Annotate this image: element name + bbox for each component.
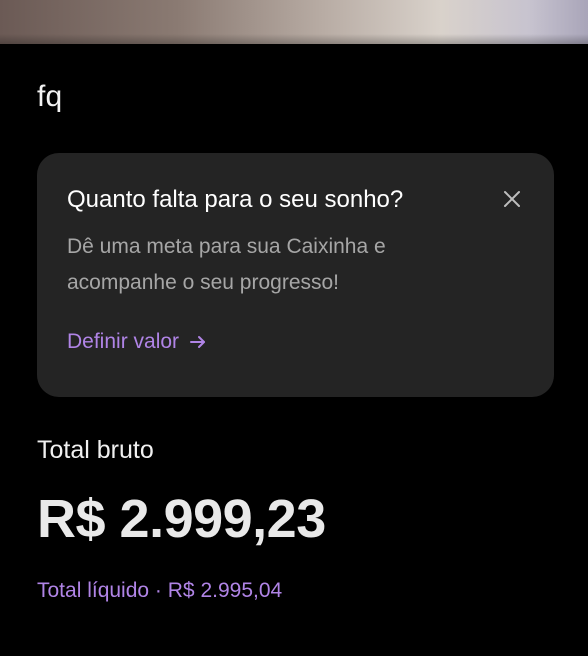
- arrow-right-icon: [189, 333, 207, 351]
- gross-total-value: R$ 2.999,23: [37, 489, 326, 549]
- net-total-separator: ·: [154, 579, 162, 602]
- goal-card-description-line2: acompanhe o seu progresso!: [67, 271, 340, 294]
- goal-card-description: Dê uma meta para sua Caixinha e acompanh…: [67, 229, 487, 301]
- net-total-line[interactable]: Total líquido · R$ 2.995,04: [37, 579, 282, 603]
- caixinha-name: fq: [37, 80, 63, 113]
- cover-photo: [0, 0, 588, 44]
- goal-card: Quanto falta para o seu sonho? Dê uma me…: [37, 153, 554, 397]
- net-total-label: Total líquido: [37, 579, 150, 602]
- define-value-link[interactable]: Definir valor: [67, 330, 207, 354]
- gross-total-label: Total bruto: [37, 436, 154, 464]
- goal-card-description-line1: Dê uma meta para sua Caixinha e: [67, 235, 386, 258]
- net-total-value: R$ 2.995,04: [167, 579, 283, 602]
- close-icon[interactable]: [500, 187, 524, 211]
- app-screen: fq Quanto falta para o seu sonho? Dê uma…: [0, 0, 588, 656]
- define-value-label: Definir valor: [67, 330, 180, 353]
- goal-card-title: Quanto falta para o seu sonho?: [67, 186, 404, 213]
